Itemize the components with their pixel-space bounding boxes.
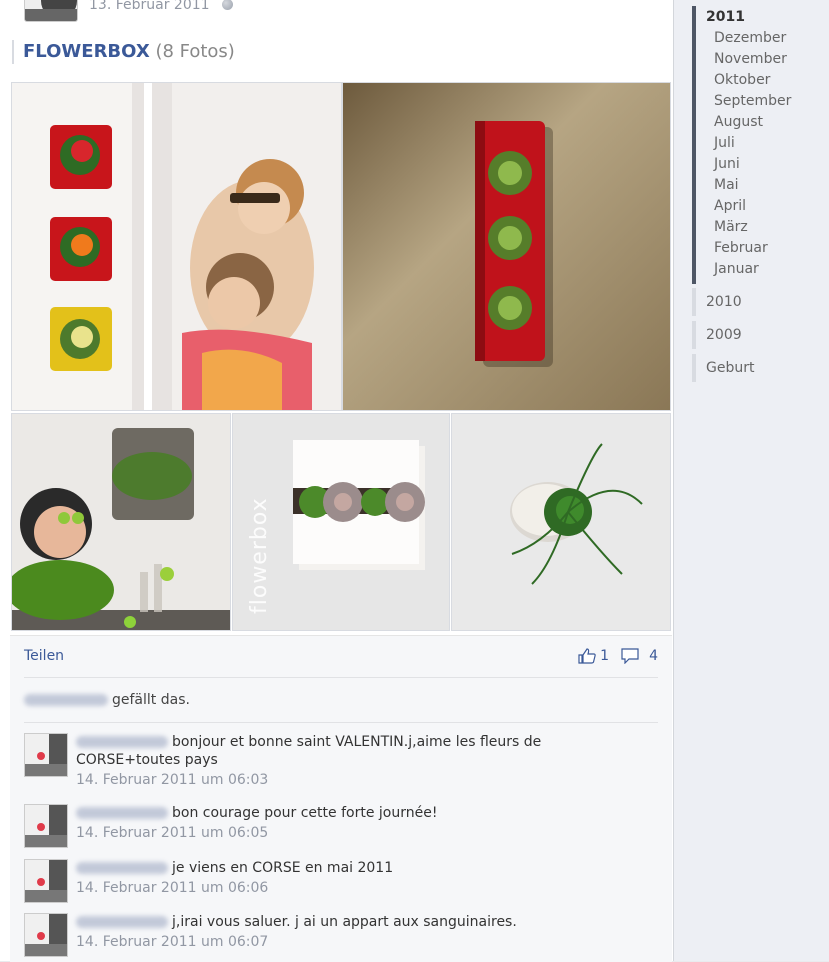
album-photo-3[interactable]	[11, 413, 231, 631]
blurred-name[interactable]	[76, 862, 168, 874]
timeline-year-2011-group: 2011 Dezember November Oktober September…	[692, 6, 822, 284]
timeline-year-2011[interactable]: 2011	[692, 6, 822, 28]
timeline-active-bar	[692, 6, 696, 284]
timeline-month[interactable]: Juli	[692, 133, 822, 154]
album-title: FLOWERBOX (8 Fotos)	[23, 40, 235, 64]
like-icon[interactable]	[578, 648, 596, 664]
album-photo-count: (8 Fotos)	[155, 41, 235, 62]
comment-text: j,irai vous saluer. j ai un appart aux s…	[172, 914, 517, 930]
commenter-avatar[interactable]	[24, 804, 68, 848]
poster-avatar[interactable]	[24, 0, 78, 22]
timeline-month[interactable]: Mai	[692, 175, 822, 196]
flowerbox-watermark: flowerbox	[247, 497, 272, 614]
album-name-link[interactable]: FLOWERBOX	[23, 41, 150, 62]
comment-timestamp[interactable]: 14. Februar 2011 um 06:03	[76, 771, 566, 789]
comment-body: bon courage pour cette forte journée! 14…	[76, 804, 566, 842]
timeline-nav: 2011 Dezember November Oktober September…	[692, 2, 822, 382]
share-link[interactable]: Teilen	[24, 648, 64, 664]
comment-text: bon courage pour cette forte journée!	[172, 805, 438, 821]
timeline-month[interactable]: April	[692, 196, 822, 217]
blurred-name[interactable]	[76, 736, 168, 748]
commenter-avatar[interactable]	[24, 859, 68, 903]
timeline-month[interactable]: November	[692, 49, 822, 70]
like-count[interactable]: 1	[600, 648, 609, 664]
timeline-month[interactable]: Januar	[692, 259, 822, 280]
comment-timestamp[interactable]: 14. Februar 2011 um 06:05	[76, 824, 566, 842]
album-photo-1[interactable]	[11, 82, 342, 411]
timeline-year-2009-group: 2009	[692, 321, 822, 349]
timeline-birth[interactable]: Geburt	[692, 354, 822, 379]
album-photo-5[interactable]	[451, 413, 671, 631]
timeline-year-2010-group: 2010	[692, 288, 822, 316]
comment-body: j,irai vous saluer. j ai un appart aux s…	[76, 913, 566, 951]
album-photo-2[interactable]	[342, 82, 671, 411]
timeline-month[interactable]: September	[692, 91, 822, 112]
comment-timestamp[interactable]: 14. Februar 2011 um 06:07	[76, 933, 566, 951]
divider	[24, 722, 658, 723]
timeline-month[interactable]: Oktober	[692, 70, 822, 91]
blurred-name[interactable]	[76, 807, 168, 819]
divider	[24, 677, 658, 678]
comment-count[interactable]: 4	[649, 648, 658, 664]
comment-icon[interactable]	[621, 648, 639, 664]
timeline-year-2009[interactable]: 2009	[692, 321, 822, 346]
post-actions-area: Teilen 1 4 gefällt das. bonjour et bonne…	[10, 635, 672, 962]
blurred-name[interactable]	[24, 694, 108, 706]
timeline-month[interactable]: Februar	[692, 238, 822, 259]
timeline-month[interactable]: März	[692, 217, 822, 238]
post-date[interactable]: 13. Februar 2011	[89, 0, 210, 13]
timeline-month[interactable]: August	[692, 112, 822, 133]
commenter-avatar[interactable]	[24, 913, 68, 957]
timeline-month[interactable]: Juni	[692, 154, 822, 175]
commenter-avatar[interactable]	[24, 733, 68, 777]
album-accent-bar	[12, 40, 14, 64]
comment-body: je viens en CORSE en mai 2011 14. Februa…	[76, 859, 566, 897]
blurred-name[interactable]	[76, 916, 168, 928]
comment-timestamp[interactable]: 14. Februar 2011 um 06:06	[76, 879, 566, 897]
comment-body: bonjour et bonne saint VALENTIN.j,aime l…	[76, 733, 566, 789]
likes-sentence: gefällt das.	[24, 692, 190, 708]
timeline-year-2010[interactable]: 2010	[692, 288, 822, 313]
timeline-birth-group: Geburt	[692, 354, 822, 382]
timeline-month[interactable]: Dezember	[692, 28, 822, 49]
comment-text: je viens en CORSE en mai 2011	[172, 860, 394, 876]
feedback-counts: 1 4	[578, 648, 658, 664]
likes-text: gefällt das.	[112, 692, 190, 708]
album-photo-4[interactable]: flowerbox	[232, 413, 450, 631]
